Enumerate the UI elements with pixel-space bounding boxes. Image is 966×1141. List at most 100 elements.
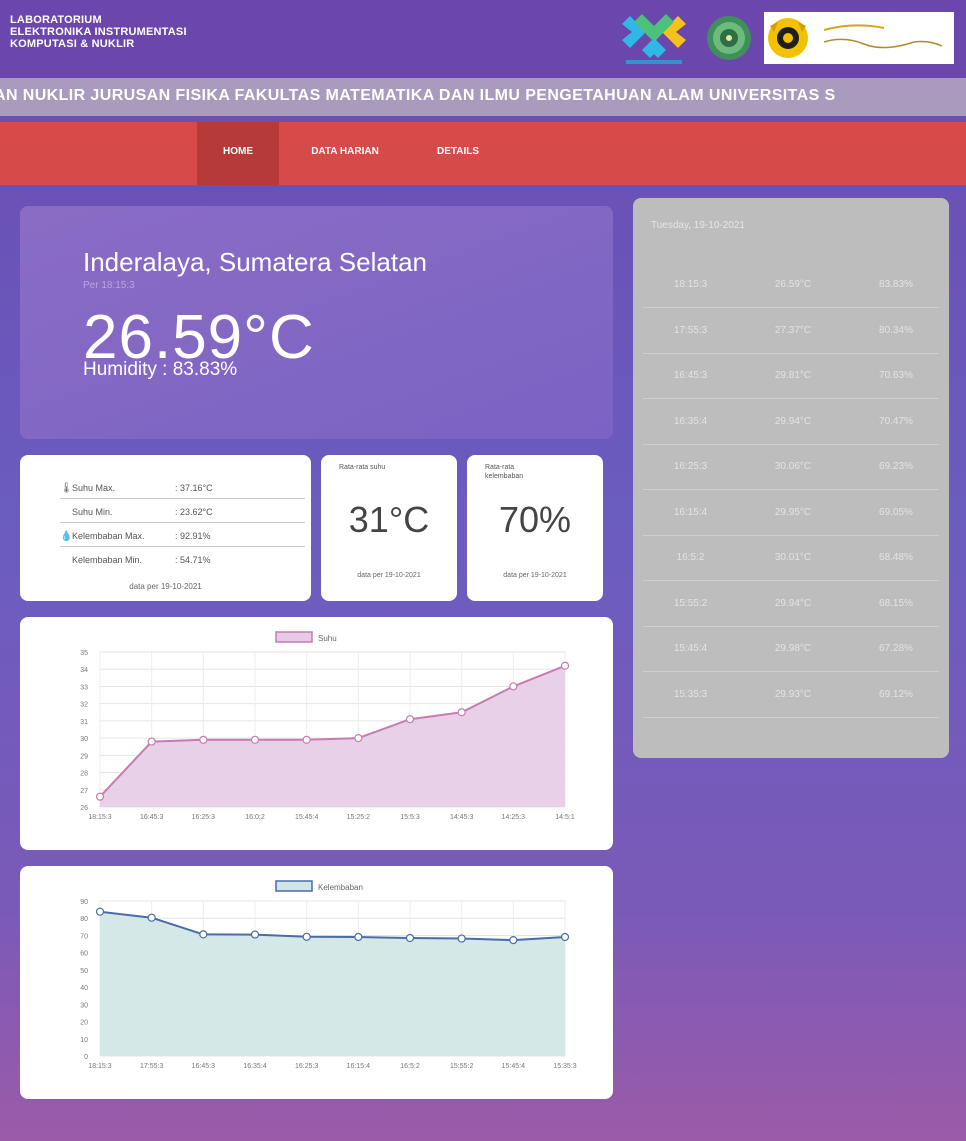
readings-row: 15:55:2 29.94°C 68.15% (643, 581, 939, 627)
nav-details[interactable]: DETAILS (418, 122, 498, 185)
humidity-chart-card: Kelembaban 0 10 20 30 40 50 60 70 80 90 18:15:3 17:5… (20, 866, 613, 1099)
legend-swatch (275, 880, 313, 892)
reading-time-cell: 15:55:2 (673, 597, 708, 609)
x-tick-label: 16:45:3 (192, 1063, 215, 1070)
avg-temp-value: 31°C (348, 499, 430, 540)
humidity-point[interactable] (147, 913, 156, 922)
stat-row-humidity-max: 💧 Kelembaban Max. : 92.91% (60, 523, 305, 547)
reading-time-cell: 16:5:2 (676, 552, 705, 563)
temp-point[interactable] (147, 737, 156, 746)
x-tick-label: 18:15:3 (88, 1063, 111, 1070)
stat-value: : 23.62°C (175, 507, 213, 517)
x-tick-label: 15:45:4 (502, 1063, 525, 1070)
reading-humidity-cell: 70.47% (879, 415, 913, 427)
x-tick-label: 16:35:4 (243, 1063, 266, 1070)
unsri-logo-icon (764, 12, 954, 64)
lab-title-line-2: ELEKTRONIKA INSTRUMENTASI (10, 26, 187, 38)
reading-temp-cell: 26.59°C (774, 279, 812, 290)
nav-home[interactable]: HOME (197, 122, 279, 185)
humidity-point[interactable] (250, 930, 260, 939)
humidity-point[interactable] (509, 935, 518, 945)
y-tick-label: 30 (80, 1002, 88, 1009)
legend-label: Kelembaban (318, 883, 363, 892)
reading-time-cell: 16:15:4 (673, 506, 708, 518)
humidity-point[interactable] (302, 932, 311, 941)
x-tick-label: 16:25:3 (295, 1063, 318, 1070)
y-tick-label: 70 (80, 933, 88, 940)
nav-data-harian[interactable]: DATA HARIAN (285, 122, 405, 185)
temp-point[interactable] (199, 735, 208, 744)
humidity-point[interactable] (354, 932, 363, 942)
x-tick-label: 15:55:2 (450, 1063, 473, 1070)
reading-humidity-cell: 68.48% (879, 552, 913, 563)
x-tick-label: 15:25:2 (347, 814, 370, 821)
x-tick-label: 16:5:2 (400, 1063, 420, 1070)
x-tick-label: 15:5:3 (400, 814, 420, 821)
temp-point[interactable] (560, 661, 570, 670)
temp-point[interactable] (509, 682, 518, 691)
y-tick-label: 20 (80, 1020, 88, 1027)
y-tick-label: 29 (80, 753, 88, 760)
stat-row-humidity-min: Kelembaban Min. : 54.71% (60, 547, 305, 571)
current-humidity: Humidity : 83.83% (83, 359, 238, 380)
temp-point[interactable] (354, 734, 363, 743)
site-header: LABORATORIUM ELEKTRONIKA INSTRUMENTASI K… (0, 0, 966, 78)
avg-humidity-value: 70% (498, 499, 572, 540)
reading-humidity-cell: 69.23% (879, 461, 913, 472)
humidity-point[interactable] (95, 907, 105, 916)
x-tick-label: 14:25:3 (502, 814, 525, 821)
stat-label: Suhu Min. (72, 507, 113, 517)
y-tick-label: 80 (80, 916, 88, 923)
y-tick-label: 30 (80, 736, 88, 743)
readings-row: 15:35:3 29.93°C 69.12% (643, 672, 939, 718)
reading-temp-cell: 29.98°C (774, 643, 812, 654)
droplet-icon: 💧 (60, 531, 73, 542)
readings-row: 15:45:4 29.98°C 67.28% (643, 626, 939, 672)
current-weather-card: Inderalaya, Sumatera Selatan Per 18:15:3… (20, 206, 613, 439)
x-tick-label: 17:55:3 (140, 1063, 163, 1070)
reading-temp-cell: 29.94°C (774, 415, 812, 427)
y-tick-label: 27 (80, 788, 88, 795)
temp-point[interactable] (405, 715, 415, 724)
reading-time-cell: 18:15:3 (673, 279, 708, 290)
avg-humidity-card: Rata-rata kelembaban 70% data per 19-10-… (467, 455, 603, 601)
stat-label: Kelembaban Min. (72, 555, 143, 565)
temp-point[interactable] (95, 792, 105, 801)
humidity-point[interactable] (457, 934, 466, 943)
temp-point[interactable] (457, 708, 466, 717)
humidity-point[interactable] (560, 932, 570, 942)
reading-time-cell: 15:35:3 (673, 688, 708, 700)
legend-swatch (275, 631, 313, 643)
university-emblem-icon (707, 16, 751, 60)
running-text: AN NUKLIR JURUSAN FISIKA FAKULTAS MATEMA… (0, 87, 836, 104)
stat-row-temp-max: 🌡 Suhu Max. : 37.16°C (60, 475, 305, 499)
lab-title-line-3: KOMPUTASI & NUKLIR (10, 38, 135, 50)
reading-humidity-cell: 69.05% (879, 506, 913, 518)
stat-value: : 37.16°C (175, 483, 213, 493)
humidity-point[interactable] (405, 933, 415, 943)
avg-temp-label: Rata-rata suhu (339, 464, 386, 471)
reading-humidity-cell: 69.12% (879, 688, 913, 700)
readings-row: 17:55:3 27.37°C 80.34% (643, 308, 939, 354)
location-title: Inderalaya, Sumatera Selatan (83, 247, 427, 277)
reading-time-cell: 16:35:4 (673, 415, 708, 427)
x-tick-label: 18:15:3 (88, 814, 111, 821)
temp-point[interactable] (250, 735, 260, 744)
temp-point[interactable] (302, 735, 311, 744)
reading-temp-cell: 29.93°C (774, 688, 812, 700)
reading-temp-cell: 29.81°C (774, 370, 812, 381)
temperature-chart: Suhu 26 27 28 29 30 31 32 33 34 35 18:15:3 16:45:3 16… (80, 631, 575, 821)
humidity-point[interactable] (199, 930, 208, 939)
y-tick-label: 26 (80, 805, 88, 812)
reading-humidity-cell: 80.34% (879, 324, 913, 336)
legend-label: Suhu (318, 634, 337, 643)
readings-row: 16:15:4 29.95°C 69.05% (643, 490, 939, 536)
reading-time-cell: 16:25:3 (673, 461, 708, 472)
humidity-area (100, 911, 565, 1056)
y-tick-label: 31 (80, 719, 88, 726)
lab-title-line-1: LABORATORIUM (10, 14, 102, 26)
x-tick-label: 16:45:3 (140, 814, 163, 821)
readings-date: Tuesday, 19-10-2021 (651, 220, 745, 231)
y-tick-label: 40 (80, 985, 88, 992)
y-tick-label: 50 (80, 968, 88, 975)
